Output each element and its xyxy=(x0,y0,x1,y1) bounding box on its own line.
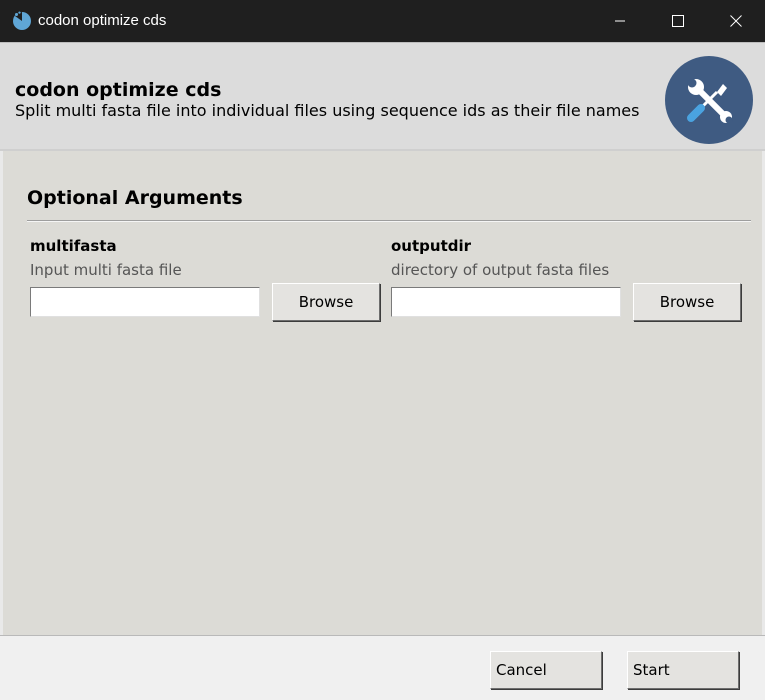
maximize-button[interactable] xyxy=(649,0,707,42)
page-description: Split multi fasta file into individual f… xyxy=(15,101,640,120)
title-bar: codon optimize cds xyxy=(0,0,765,42)
section-title: Optional Arguments xyxy=(27,187,243,209)
maximize-icon xyxy=(672,15,684,27)
section-divider xyxy=(27,220,751,222)
multifasta-browse-button[interactable]: Browse xyxy=(272,283,380,321)
multifasta-label: multifasta xyxy=(30,237,117,255)
cancel-button[interactable]: Cancel xyxy=(490,651,602,689)
close-icon xyxy=(730,15,742,27)
outputdir-browse-button[interactable]: Browse xyxy=(633,283,741,321)
page-title: codon optimize cds xyxy=(15,79,222,101)
start-button[interactable]: Start xyxy=(627,651,739,689)
header: codon optimize cds Split multi fasta fil… xyxy=(0,42,765,150)
close-button[interactable] xyxy=(707,0,765,42)
minimize-icon xyxy=(615,20,625,22)
outputdir-label: outputdir xyxy=(391,237,472,255)
arguments-panel: Optional Arguments multifasta Input mult… xyxy=(3,151,762,635)
minimize-button[interactable] xyxy=(591,0,649,42)
window-title: codon optimize cds xyxy=(38,12,167,29)
footer: Cancel Start xyxy=(0,635,765,700)
multifasta-help: Input multi fasta file xyxy=(30,261,182,279)
tools-icon xyxy=(665,56,753,144)
app-icon xyxy=(13,11,31,30)
multifasta-input[interactable] xyxy=(30,287,260,317)
outputdir-help: directory of output fasta files xyxy=(391,261,610,279)
outputdir-input[interactable] xyxy=(391,287,621,317)
